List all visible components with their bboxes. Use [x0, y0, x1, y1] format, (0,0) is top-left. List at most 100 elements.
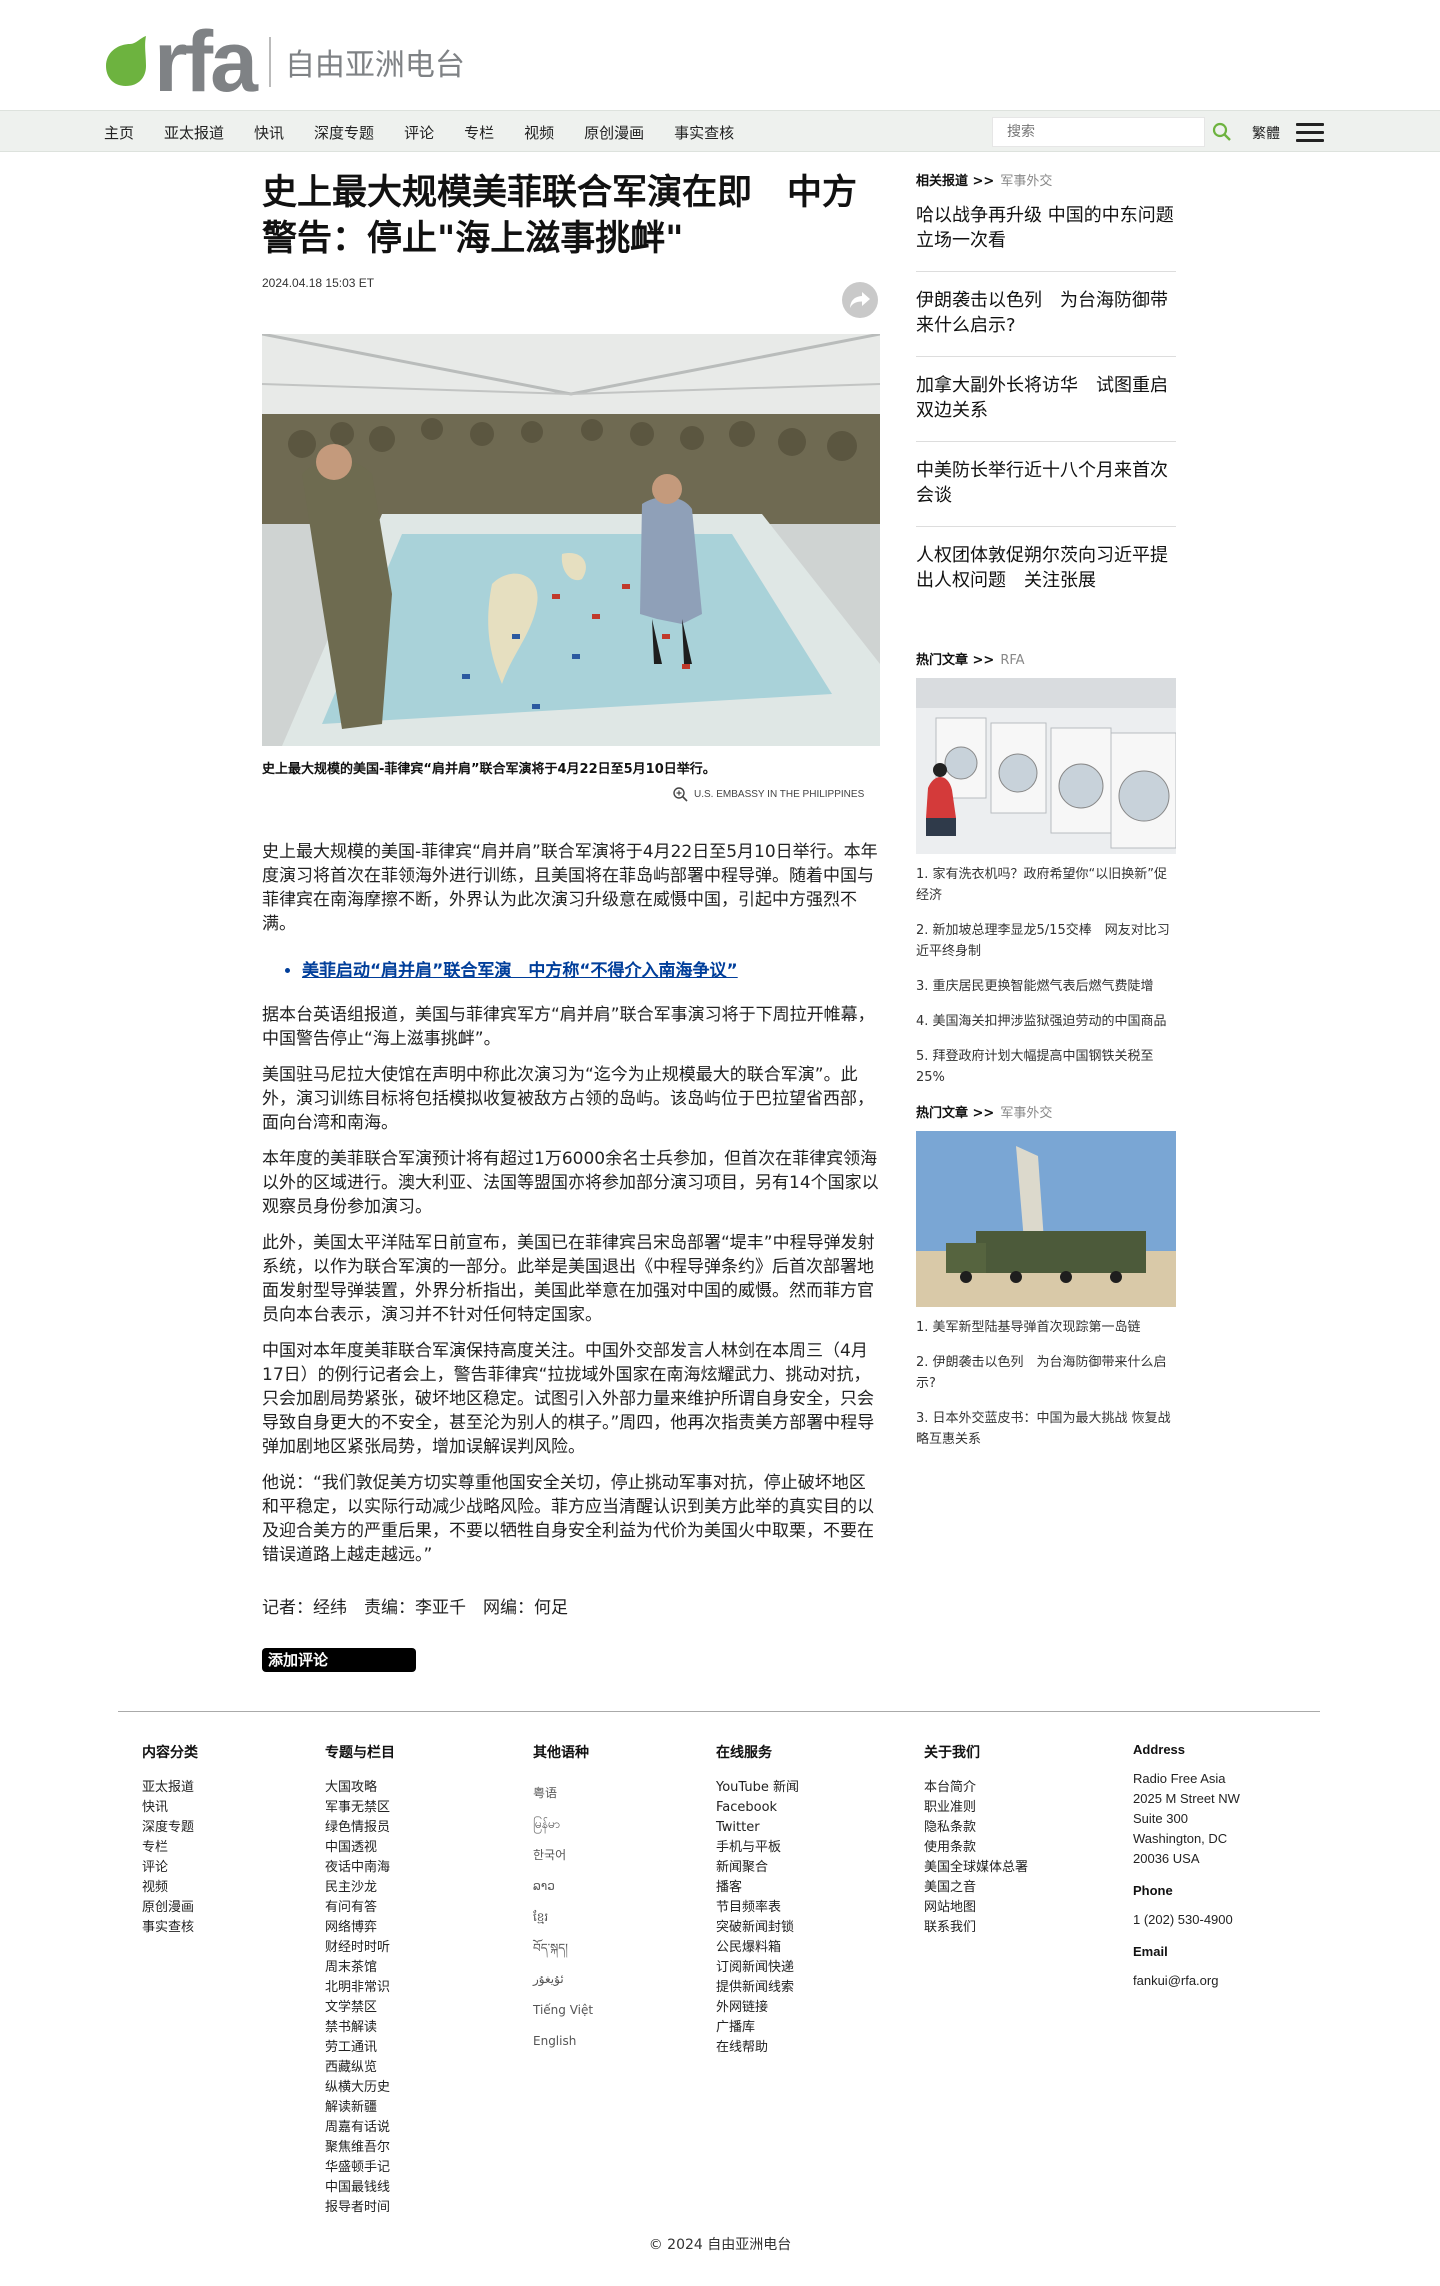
footer-link[interactable]: 深度专题 — [142, 1818, 198, 1838]
footer-language-link[interactable]: 한국어 — [533, 1840, 593, 1871]
related-report-item[interactable]: 加拿大副外长将访华 试图重启双边关系 — [916, 357, 1176, 442]
footer-link[interactable]: 播客 — [716, 1878, 799, 1898]
hot-military-item[interactable]: 3. 日本外交蓝皮书：中国为最大挑战 恢复战略互惠关系 — [916, 1408, 1176, 1450]
footer-link[interactable]: Facebook — [716, 1798, 799, 1818]
nav-item-fact-check[interactable]: 事实查核 — [674, 122, 734, 143]
footer-link[interactable]: 中国透视 — [325, 1838, 395, 1858]
footer-link[interactable]: 民主沙龙 — [325, 1878, 395, 1898]
footer-link[interactable]: 提供新闻线索 — [716, 1978, 799, 1998]
footer-link[interactable]: 聚焦维吾尔 — [325, 2138, 395, 2158]
add-comment-button[interactable]: 添加评论 — [262, 1648, 416, 1672]
footer-link[interactable]: 突破新闻封锁 — [716, 1918, 799, 1938]
nav-item-flash[interactable]: 快讯 — [254, 122, 284, 143]
footer-link[interactable]: 原创漫画 — [142, 1898, 198, 1918]
hot-article-image-washers[interactable] — [916, 678, 1176, 854]
footer-link[interactable]: 职业准则 — [924, 1798, 1028, 1818]
hot-military-item[interactable]: 1. 美军新型陆基导弹首次现踪第一岛链 — [916, 1317, 1176, 1338]
footer-link[interactable]: 在线帮助 — [716, 2038, 799, 2058]
footer-link[interactable]: 报导者时间 — [325, 2198, 395, 2218]
footer-link[interactable]: 军事无禁区 — [325, 1798, 395, 1818]
footer-link[interactable]: 绿色情报员 — [325, 1818, 395, 1838]
footer-language-link[interactable]: မြန်မာ — [533, 1809, 593, 1840]
footer-link[interactable]: 禁书解读 — [325, 2018, 395, 2038]
footer-language-link[interactable]: ລາວ — [533, 1871, 593, 1902]
nav-item-commentary[interactable]: 评论 — [404, 122, 434, 143]
footer-link[interactable]: 纵横大历史 — [325, 2078, 395, 2098]
footer-link[interactable]: 隐私条款 — [924, 1818, 1028, 1838]
footer-link[interactable]: 夜话中南海 — [325, 1858, 395, 1878]
footer-link[interactable]: 事实查核 — [142, 1918, 198, 1938]
nav-item-cartoons[interactable]: 原创漫画 — [584, 122, 644, 143]
hot-military-item[interactable]: 2. 伊朗袭击以色列 为台海防御带来什么启示? — [916, 1352, 1176, 1394]
footer-link[interactable]: 专栏 — [142, 1838, 198, 1858]
footer-link[interactable]: YouTube 新闻 — [716, 1778, 799, 1798]
footer-link[interactable]: 联系我们 — [924, 1918, 1028, 1938]
footer-link[interactable]: 快讯 — [142, 1798, 198, 1818]
hot-articles-category[interactable]: RFA — [1000, 653, 1024, 668]
traditional-chinese-toggle[interactable]: 繁體 — [1252, 123, 1280, 143]
footer-link[interactable]: 北明非常识 — [325, 1978, 395, 1998]
footer-link[interactable]: 美国之音 — [924, 1878, 1028, 1898]
nav-item-in-depth[interactable]: 深度专题 — [314, 122, 374, 143]
nav-item-home[interactable]: 主页 — [104, 122, 134, 143]
footer-link[interactable]: 周末茶馆 — [325, 1958, 395, 1978]
footer-link[interactable]: 外网链接 — [716, 1998, 799, 2018]
nav-item-columns[interactable]: 专栏 — [464, 122, 494, 143]
footer-link[interactable]: 广播库 — [716, 2018, 799, 2038]
hot-article-item[interactable]: 2. 新加坡总理李显龙5/15交棒 网友对比习近平终身制 — [916, 920, 1176, 962]
footer-link[interactable]: 手机与平板 — [716, 1838, 799, 1858]
footer-link[interactable]: 使用条款 — [924, 1838, 1028, 1858]
footer-link[interactable]: 解读新疆 — [325, 2098, 395, 2118]
footer-link[interactable]: 有问有答 — [325, 1898, 395, 1918]
related-article-link[interactable]: 美菲启动“肩并肩”联合军演 中方称“不得介入南海争议” — [302, 956, 880, 981]
footer-link[interactable]: 节目频率表 — [716, 1898, 799, 1918]
hot-article-image-missile-launcher[interactable] — [916, 1131, 1176, 1307]
search-input[interactable] — [993, 119, 1183, 145]
phone-number[interactable]: 1 (202) 530-4900 — [1133, 1910, 1240, 1930]
footer-language-link[interactable]: 粤语 — [533, 1778, 593, 1809]
nav-item-video[interactable]: 视频 — [524, 122, 554, 143]
footer-link[interactable]: 财经时时听 — [325, 1938, 395, 1958]
footer-language-link[interactable]: བོད་སྐད། — [533, 1933, 593, 1964]
footer-link[interactable]: 网络博弈 — [325, 1918, 395, 1938]
footer-language-link[interactable]: ខ្មែរ — [533, 1902, 593, 1933]
search-button[interactable] — [1207, 117, 1237, 147]
footer-link[interactable]: 订阅新闻快递 — [716, 1958, 799, 1978]
article-photo[interactable] — [262, 334, 880, 746]
hot-military-heading[interactable]: 热门文章 >> 军事外交 — [916, 1102, 1176, 1121]
footer-link[interactable]: 评论 — [142, 1858, 198, 1878]
hot-article-item[interactable]: 5. 拜登政府计划大幅提高中国钢铁关税至25% — [916, 1046, 1176, 1088]
magnify-plus-icon[interactable] — [672, 786, 688, 802]
footer-link[interactable]: 美国全球媒体总署 — [924, 1858, 1028, 1878]
hot-article-item[interactable]: 1. 家有洗衣机吗？政府希望你“以旧换新”促经济 — [916, 864, 1176, 906]
footer-link[interactable]: 网站地图 — [924, 1898, 1028, 1918]
nav-item-asia-pacific[interactable]: 亚太报道 — [164, 122, 224, 143]
share-icon[interactable] — [842, 282, 878, 318]
footer-link[interactable]: 文学禁区 — [325, 1998, 395, 2018]
email-address[interactable]: fankui@rfa.org — [1133, 1971, 1240, 1991]
hot-military-category[interactable]: 军事外交 — [1000, 1106, 1052, 1121]
related-report-item[interactable]: 哈以战争再升级 中国的中东问题立场一次看 — [916, 187, 1176, 272]
footer-language-link[interactable]: English — [533, 2026, 593, 2057]
footer-language-link[interactable]: Tiếng Việt — [533, 1995, 593, 2026]
related-report-item[interactable]: 伊朗袭击以色列 为台海防御带来什么启示? — [916, 272, 1176, 357]
footer-language-link[interactable]: ئۇيغۇر — [533, 1964, 593, 1995]
footer-link[interactable]: 劳工通讯 — [325, 2038, 395, 2058]
footer-link[interactable]: 新闻聚合 — [716, 1858, 799, 1878]
footer-link[interactable]: 本台简介 — [924, 1778, 1028, 1798]
footer-link[interactable]: 西藏纵览 — [325, 2058, 395, 2078]
hot-article-item[interactable]: 4. 美国海关扣押涉监狱强迫劳动的中国商品 — [916, 1011, 1176, 1032]
footer-link[interactable]: 公民爆料箱 — [716, 1938, 799, 1958]
footer-link[interactable]: 视频 — [142, 1878, 198, 1898]
hot-article-item[interactable]: 3. 重庆居民更换智能燃气表后燃气费陡增 — [916, 976, 1176, 997]
hot-articles-heading[interactable]: 热门文章 >> RFA — [916, 649, 1176, 668]
footer-link[interactable]: 亚太报道 — [142, 1778, 198, 1798]
related-report-item[interactable]: 中美防长举行近十八个月来首次会谈 — [916, 442, 1176, 527]
rfa-logo[interactable]: rfa 自由亚洲电台 — [104, 19, 465, 105]
related-reports-category[interactable]: 军事外交 — [1000, 174, 1052, 189]
footer-link[interactable]: Twitter — [716, 1818, 799, 1838]
hamburger-menu-icon[interactable] — [1296, 123, 1324, 143]
footer-link[interactable]: 周嘉有话说 — [325, 2118, 395, 2138]
related-report-item[interactable]: 人权团体敦促朔尔茨向习近平提出人权问题 关注张展 — [916, 527, 1176, 611]
footer-link[interactable]: 华盛顿手记 — [325, 2158, 395, 2178]
